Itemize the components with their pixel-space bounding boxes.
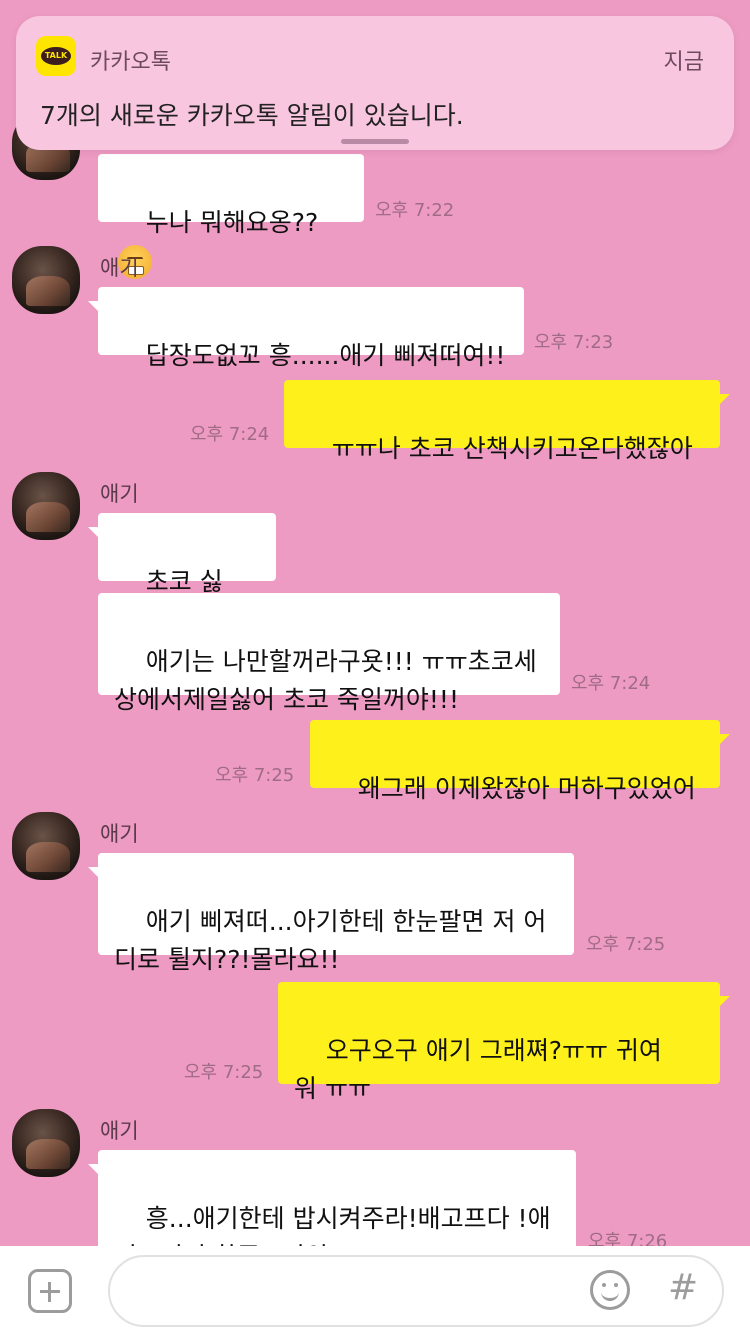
sender-name: 애기 — [100, 1119, 139, 1143]
sender-name: 애기 — [100, 822, 139, 846]
message-bubble[interactable]: 누나 뭐해요옹?? — [98, 154, 364, 279]
message-bubble[interactable]: 초코 싫어!!!! — [88, 513, 276, 634]
sender-name: 애기 — [100, 256, 139, 280]
message-time: 오후 7:25 — [215, 765, 295, 786]
message-time: 오후 7:24 — [190, 424, 270, 445]
message-bubble[interactable]: 흥...애기한테 밥시켜주라!배고프다 !애 기그러면 화푼드아앙!! — [88, 1150, 576, 1246]
message-bubble[interactable]: ㅠㅠ나 초코 산책시키고온다했잖아 — [284, 380, 730, 463]
message-time: 오후 7:22 — [375, 200, 455, 221]
message-bubble[interactable]: 애기 삐져떠...아기한테 한눈팔면 저 어 디로 튈지??!몰라요!! — [88, 853, 574, 974]
message-text: 애기는 나만할꺼라구욧!!! ㅠㅠ초코세 상에서제일싫어 초코 죽일꺼야!!! — [114, 647, 537, 714]
avatar[interactable] — [12, 812, 80, 880]
message-bubble[interactable]: 답장도없꼬 흥......애기 삐져떠여!! — [88, 287, 524, 370]
message-text: ㅠㅠ나 초코 산책시키고온다했잖아 — [331, 434, 693, 463]
message-time: 오후 7:25 — [586, 934, 666, 955]
message-text: 오구오구 애기 그래쪄?ㅠㅠ 귀여 워 ㅠㅠ — [294, 1036, 662, 1103]
message-text: 애기 삐져떠...아기한테 한눈팔면 저 어 디로 튈지??!몰라요!! — [114, 907, 547, 974]
message-time: 오후 7:23 — [534, 332, 614, 353]
notification-time: 지금 — [663, 50, 704, 75]
notification-message: 7개의 새로운 카카오톡 알림이 있습니다. — [40, 101, 464, 130]
message-time: 오후 7:26 — [588, 1231, 668, 1246]
avatar[interactable] — [12, 472, 80, 540]
avatar[interactable] — [12, 246, 80, 314]
avatar[interactable] — [12, 1109, 80, 1177]
notification-drag-handle[interactable] — [341, 139, 409, 144]
talk-logo-text: TALK — [41, 47, 71, 65]
message-bubble[interactable]: 왜그래 이제왔잖아 머하구있었어 — [310, 720, 730, 803]
message-time: 오후 7:24 — [571, 673, 651, 694]
message-text: 누나 뭐해요옹?? — [145, 208, 319, 237]
chat-area[interactable]: 누나 뭐해요옹?? 오후 7:22 애기 답장도없꼬 흥......애기 삐져떠… — [0, 0, 750, 1246]
message-text: 흥...애기한테 밥시켜주라!배고프다 !애 기그러면 화푼드아앙!! — [114, 1204, 551, 1246]
add-attachment-button[interactable] — [28, 1269, 72, 1313]
notification-banner[interactable]: TALK 카카오톡 지금 7개의 새로운 카카오톡 알림이 있습니다. — [16, 16, 734, 150]
message-input[interactable] — [108, 1255, 724, 1327]
message-time: 오후 7:25 — [184, 1062, 264, 1083]
emoticon-icon[interactable] — [590, 1270, 630, 1310]
message-bubble[interactable]: 애기는 나만할꺼라구욧!!! ㅠㅠ초코세 상에서제일싫어 초코 죽일꺼야!!! — [98, 593, 560, 714]
sender-name: 애기 — [100, 482, 139, 506]
message-text: 왜그래 이제왔잖아 머하구있었어 — [357, 774, 696, 803]
message-text: 답장도없꼬 흥......애기 삐져떠여!! — [145, 341, 506, 370]
notification-app-name: 카카오톡 — [90, 50, 171, 75]
kakaotalk-app-icon: TALK — [36, 36, 76, 76]
hash-search-button[interactable]: # — [668, 1266, 698, 1310]
message-bubble[interactable]: 오구오구 애기 그래쪄?ㅠㅠ 귀여 워 ㅠㅠ — [278, 982, 730, 1103]
message-input-bar: # — [0, 1246, 750, 1334]
